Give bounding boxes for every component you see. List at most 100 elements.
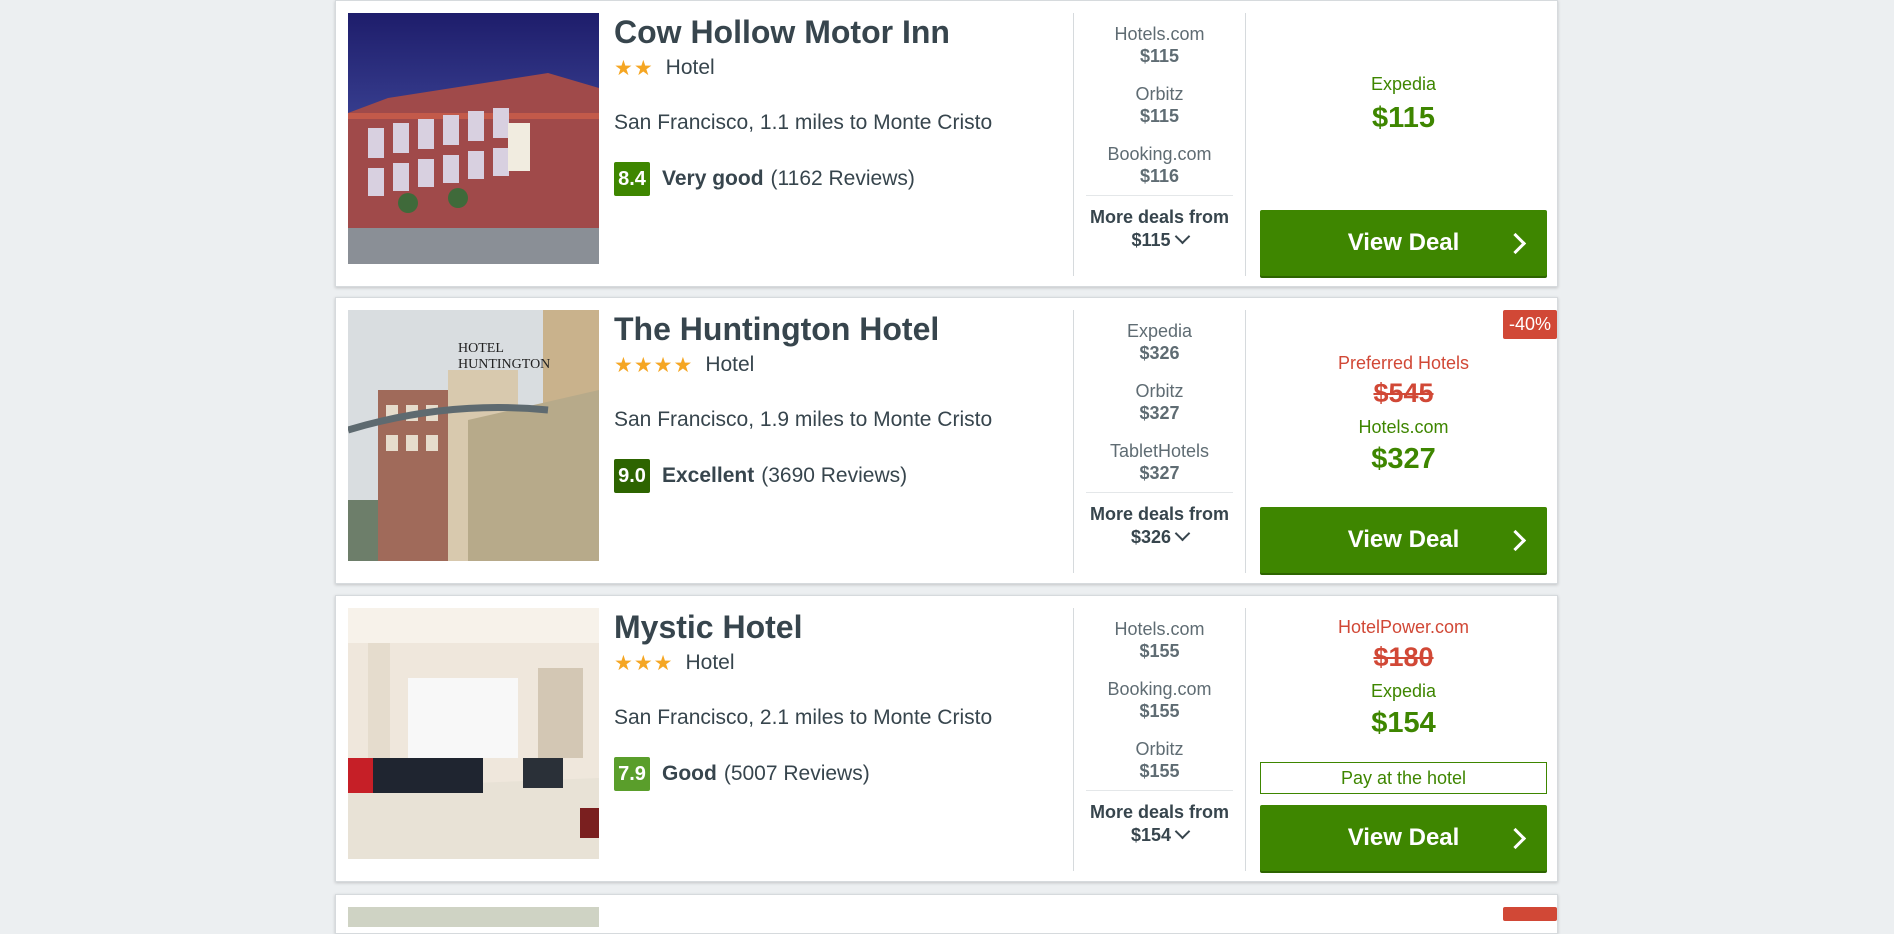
rating-label: Very good <box>662 167 764 190</box>
star-rating-icon: ★★★ <box>614 651 674 675</box>
chevron-down-icon <box>1174 228 1190 245</box>
hotel-card: Cow Hollow Motor Inn ★★ Hotel San Franci… <box>335 0 1558 287</box>
alt-deal-price: $327 <box>1139 463 1180 483</box>
hotel-location: San Francisco, 1.1 miles to Monte Cristo <box>614 111 993 134</box>
accommodation-type: Hotel <box>705 353 755 376</box>
alt-deal-provider: Orbitz <box>1135 381 1184 401</box>
accommodation-type: Hotel <box>685 651 735 674</box>
alt-deal[interactable]: TabletHotels $327 <box>1074 430 1245 490</box>
more-deals-label: More deals from <box>1089 504 1230 524</box>
main-deal-provider: Hotels.com <box>1358 417 1449 437</box>
more-deals-toggle[interactable]: More deals from $326 <box>1074 493 1245 549</box>
review-score-badge: 7.9 <box>614 757 650 791</box>
view-deal-button[interactable]: View Deal <box>1260 805 1547 871</box>
pay-at-hotel-badge: Pay at the hotel <box>1260 762 1547 794</box>
discount-badge <box>1503 907 1557 921</box>
alt-deal-provider: TabletHotels <box>1109 441 1210 461</box>
main-deal: Preferred Hotels $545 Hotels.com $327 Vi… <box>1260 310 1547 573</box>
alt-deal-price: $115 <box>1139 46 1180 66</box>
alt-deal[interactable]: Expedia $326 <box>1074 310 1245 370</box>
hotel-photo[interactable] <box>348 13 599 264</box>
hotel-photo[interactable] <box>348 608 599 859</box>
alt-deal-provider: Hotels.com <box>1114 619 1205 639</box>
alt-deal[interactable]: Booking.com $155 <box>1074 668 1245 728</box>
hotel-photo[interactable]: HOTEL HUNTINGTON <box>348 310 599 561</box>
hotel-location: San Francisco, 2.1 miles to Monte Cristo <box>614 706 993 729</box>
sign-letters-deco: HOTEL <box>458 341 504 356</box>
hotel-info: The Huntington Hotel ★★★★ Hotel San Fran… <box>614 310 1064 493</box>
hotel-photo[interactable] <box>348 907 599 927</box>
hotel-name[interactable]: The Huntington Hotel <box>614 310 1064 348</box>
hotel-name[interactable]: Mystic Hotel <box>614 608 1064 646</box>
view-deal-button[interactable]: View Deal <box>1260 210 1547 276</box>
main-deal-provider: Expedia <box>1370 74 1437 94</box>
alt-deal-price: $115 <box>1139 106 1180 126</box>
hotel-card: Mystic Hotel ★★★ Hotel San Francisco, 2.… <box>335 595 1558 882</box>
alt-deal-price: $155 <box>1139 701 1180 721</box>
view-deal-label: View Deal <box>1347 526 1460 553</box>
hotel-card-partial <box>335 894 1558 934</box>
review-count: (3690 Reviews) <box>761 464 908 487</box>
review-summary[interactable]: 7.9 Good (5007 Reviews) <box>614 757 1064 791</box>
hotel-location: San Francisco, 1.9 miles to Monte Cristo <box>614 408 993 431</box>
rating-label: Excellent <box>662 464 755 487</box>
alt-deal-price: $116 <box>1139 166 1180 186</box>
review-summary[interactable]: 8.4 Very good (1162 Reviews) <box>614 162 1064 196</box>
view-deal-button[interactable]: View Deal <box>1260 507 1547 573</box>
chevron-right-icon <box>1504 232 1527 255</box>
alt-deal[interactable]: Orbitz $155 <box>1074 728 1245 788</box>
alternative-deals: Hotels.com $155 Booking.com $155 Orbitz … <box>1073 608 1246 871</box>
main-deal: Expedia $115 View Deal <box>1260 13 1547 276</box>
main-deal-price: $115 <box>1372 102 1435 134</box>
alt-deal-provider: Hotels.com <box>1114 24 1205 44</box>
chevron-right-icon <box>1504 529 1527 552</box>
alt-deal-provider: Orbitz <box>1135 84 1184 104</box>
alt-deal-price: $326 <box>1139 343 1180 363</box>
discount-badge: -40% <box>1502 310 1557 339</box>
more-deals-toggle[interactable]: More deals from $115 <box>1074 196 1245 252</box>
alt-deal-price: $155 <box>1139 761 1180 781</box>
svg-text:HUNTINGTON: HUNTINGTON <box>458 357 550 372</box>
review-summary[interactable]: 9.0 Excellent (3690 Reviews) <box>614 459 1064 493</box>
main-deal-provider: Expedia <box>1370 681 1437 701</box>
review-score-badge: 9.0 <box>614 459 650 493</box>
more-deals-price: $115 <box>1131 230 1171 250</box>
alt-deal[interactable]: Booking.com $116 <box>1074 133 1245 193</box>
hotel-info: Cow Hollow Motor Inn ★★ Hotel San Franci… <box>614 13 1064 196</box>
more-deals-price: $154 <box>1130 825 1172 845</box>
alt-deal-provider: Booking.com <box>1107 144 1212 164</box>
alt-deal-price: $327 <box>1139 403 1180 423</box>
more-deals-price: $326 <box>1130 527 1172 547</box>
rating-label: Good <box>662 762 717 785</box>
alt-deal[interactable]: Orbitz $327 <box>1074 370 1245 430</box>
alt-deal[interactable]: Hotels.com $155 <box>1074 608 1245 668</box>
chevron-down-icon <box>1174 525 1191 542</box>
original-deal-provider: Preferred Hotels <box>1337 353 1470 373</box>
original-price: $545 <box>1373 378 1434 408</box>
review-count: (5007 Reviews) <box>723 762 870 785</box>
chevron-down-icon <box>1174 823 1191 840</box>
hotel-name[interactable]: Cow Hollow Motor Inn <box>614 13 1064 51</box>
main-deal-price: $327 <box>1371 443 1436 475</box>
main-deal: HotelPower.com $180 Expedia $154 Pay at … <box>1260 608 1547 871</box>
chevron-right-icon <box>1504 827 1527 850</box>
original-price: $180 <box>1373 642 1434 672</box>
more-deals-label: More deals from <box>1089 207 1230 227</box>
alt-deal-provider: Booking.com <box>1107 679 1212 699</box>
alt-deal-price: $155 <box>1139 641 1180 661</box>
alternative-deals: Expedia $326 Orbitz $327 TabletHotels $3… <box>1073 310 1246 573</box>
review-count: (1162 Reviews) <box>770 167 915 190</box>
hotel-card: HOTEL HUNTINGTON The Huntington Hotel ★★… <box>335 297 1558 584</box>
accommodation-type: Hotel <box>665 56 715 79</box>
review-score-badge: 8.4 <box>614 162 650 196</box>
main-deal-price: $154 <box>1371 707 1436 739</box>
view-deal-label: View Deal <box>1347 229 1460 256</box>
alternative-deals: Hotels.com $115 Orbitz $115 Booking.com … <box>1073 13 1246 276</box>
more-deals-toggle[interactable]: More deals from $154 <box>1074 791 1245 847</box>
original-deal-provider: HotelPower.com <box>1337 617 1470 637</box>
more-deals-label: More deals from <box>1089 802 1230 822</box>
star-rating-icon: ★★ <box>614 56 654 80</box>
alt-deal[interactable]: Hotels.com $115 <box>1074 13 1245 73</box>
alt-deal[interactable]: Orbitz $115 <box>1074 73 1245 133</box>
alt-deal-provider: Expedia <box>1126 321 1193 341</box>
